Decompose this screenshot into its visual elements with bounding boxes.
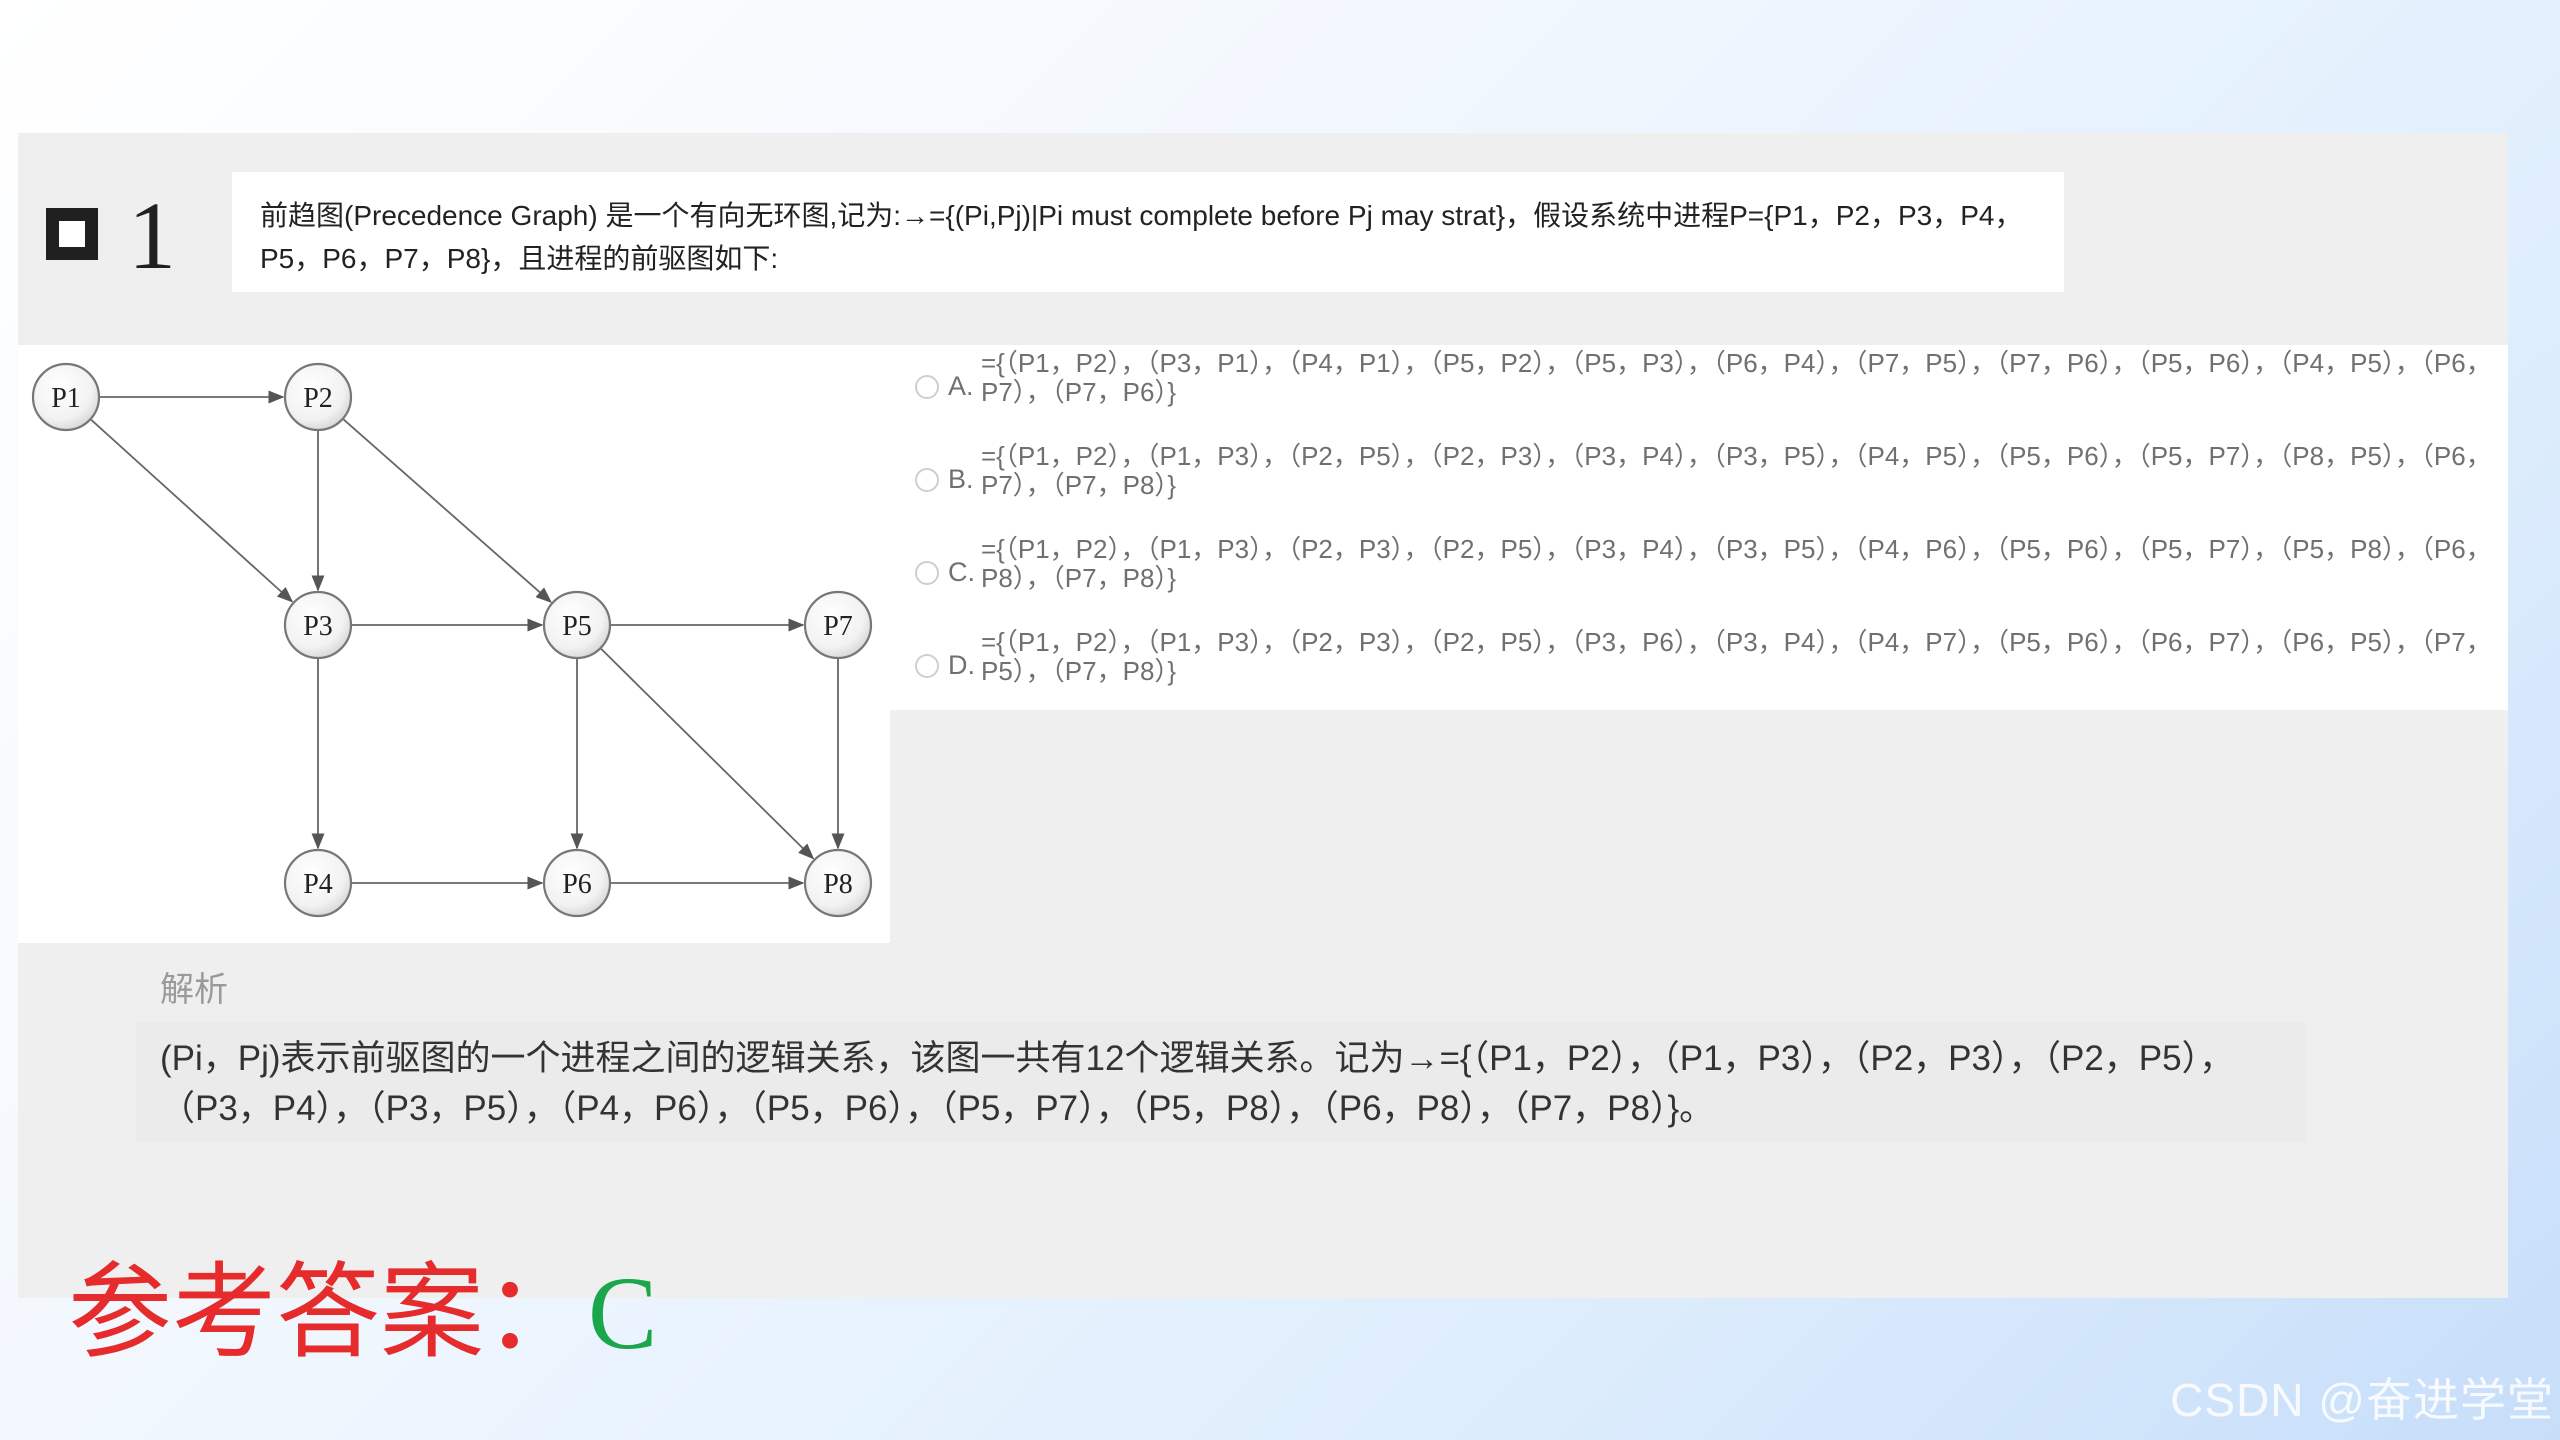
analysis-text: (Pi，Pj)表示前驱图的一个进程之间的逻辑关系，该图一共有12个逻辑关系。记为…	[160, 1039, 2235, 1128]
question-stem: 前趋图(Precedence Graph) 是一个有向无环图,记为:→={(Pi…	[232, 172, 2064, 292]
node-label: P3	[303, 611, 333, 642]
node-p3: P3	[283, 590, 353, 660]
option-c-text: ={（P1，P2），（P1，P3），（P2，P3），（P2，P5），（P3，P4…	[981, 534, 2492, 593]
precedence-graph: P1 P2 P3 P4 P5 P6 P7 P8	[18, 345, 890, 943]
node-label: P6	[562, 869, 592, 900]
node-label: P7	[823, 611, 853, 642]
reference-answer: 参考答案：C	[68, 1262, 657, 1366]
analysis-label: 解析	[160, 971, 228, 1009]
answer-value: C	[588, 1256, 658, 1371]
option-b-letter: B.	[948, 464, 974, 494]
option-c-letter: C.	[948, 557, 975, 587]
edge-p5-p8	[600, 648, 815, 860]
node-p2: P2	[283, 362, 353, 432]
question-number: 1	[128, 182, 176, 289]
node-label: P8	[823, 869, 853, 900]
option-a-letter: A.	[948, 371, 974, 401]
option-a-text: ={（P1，P2），（P3，P1），（P4，P1），（P5，P2），（P5，P3…	[981, 348, 2492, 407]
node-p7: P7	[803, 590, 873, 660]
node-label: P2	[303, 383, 333, 414]
option-c-radio[interactable]	[915, 561, 939, 585]
answer-label: 参考答案：	[68, 1256, 589, 1371]
precedence-graph-svg: P1 P2 P3 P4 P5 P6 P7 P8	[31, 362, 873, 918]
node-label: P1	[51, 383, 81, 414]
option-b-radio[interactable]	[915, 468, 939, 492]
edge-p2-p5	[342, 418, 552, 603]
node-label: P5	[562, 611, 592, 642]
option-b-text: ={（P1，P2），（P1，P3），（P2，P5），（P2，P3），（P3，P4…	[981, 441, 2492, 500]
node-p1: P1	[31, 362, 101, 432]
node-p6: P6	[542, 848, 612, 918]
option-d-text: ={（P1，P2），（P1，P3），（P2，P3），（P2，P5），（P3，P6…	[981, 627, 2492, 686]
node-p8: P8	[803, 848, 873, 918]
node-label: P4	[303, 869, 333, 900]
question-text: 前趋图(Precedence Graph) 是一个有向无环图,记为:→={(Pi…	[260, 200, 2023, 274]
node-p5: P5	[542, 590, 612, 660]
options-list: A. ={（P1，P2），（P3，P1），（P4，P1），（P5，P2），（P5…	[890, 345, 2508, 710]
question-checkbox-icon	[46, 208, 98, 260]
option-d-radio[interactable]	[915, 654, 939, 678]
node-p4: P4	[283, 848, 353, 918]
edge-p1-p3	[90, 419, 294, 603]
option-d-letter: D.	[948, 650, 975, 680]
watermark: CSDN @奋进学堂	[2170, 1374, 2554, 1426]
option-a-radio[interactable]	[915, 375, 939, 399]
